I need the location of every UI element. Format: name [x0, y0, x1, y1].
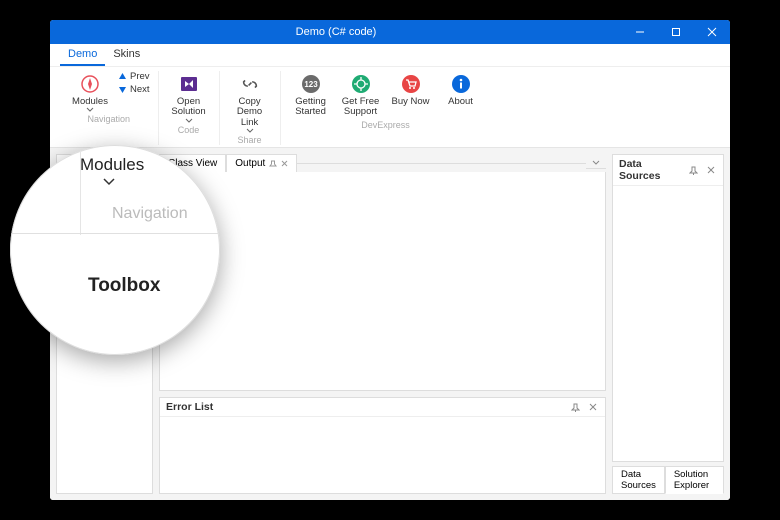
- modules-button[interactable]: Modules: [68, 71, 112, 112]
- window-title: Demo (C# code): [50, 26, 622, 38]
- support-icon: [350, 73, 372, 95]
- ribbon: Modules Prev Next Navigation Open Soluti…: [50, 67, 730, 148]
- open-solution-button[interactable]: Open Solution: [167, 71, 211, 123]
- footer-tab-solution-explorer[interactable]: Solution Explorer: [665, 466, 724, 494]
- group-label-share: Share: [238, 135, 262, 145]
- ribbon-tabs: Demo Skins: [50, 44, 730, 67]
- visual-studio-icon: [178, 73, 200, 95]
- tab-output[interactable]: Output: [226, 154, 297, 172]
- compass-icon: [79, 73, 101, 95]
- group-label-code: Code: [178, 125, 200, 135]
- chevron-down-icon: [86, 107, 94, 112]
- magnifier-overlay: Modules Navigation Toolbox: [10, 145, 220, 355]
- copy-demo-link-button[interactable]: Copy Demo Link: [228, 71, 272, 133]
- magnified-navigation-label: Navigation: [112, 205, 188, 223]
- tab-skins[interactable]: Skins: [105, 44, 148, 66]
- next-button[interactable]: Next: [118, 84, 150, 95]
- titlebar: Demo (C# code): [50, 20, 730, 44]
- maximize-button[interactable]: [658, 20, 694, 44]
- ribbon-group-navigation: Modules Prev Next Navigation: [60, 71, 159, 145]
- chevron-down-icon: [185, 118, 193, 123]
- magnified-modules-label: Modules: [80, 155, 144, 175]
- open-solution-label: Open Solution: [167, 97, 211, 118]
- close-icon[interactable]: [587, 401, 599, 413]
- close-icon[interactable]: [705, 164, 717, 176]
- svg-text:123: 123: [304, 80, 318, 89]
- ribbon-group-code: Open Solution Code: [159, 71, 220, 145]
- pin-icon[interactable]: [569, 401, 581, 413]
- get-support-label: Get Free Support: [339, 97, 383, 118]
- chevron-down-icon: [246, 128, 254, 133]
- get-support-button[interactable]: Get Free Support: [339, 71, 383, 118]
- pin-icon[interactable]: [269, 160, 277, 168]
- center-area: Class View Output Error List: [159, 154, 606, 494]
- about-label: About: [448, 97, 473, 107]
- prev-button[interactable]: Prev: [118, 71, 150, 82]
- cart-icon: [400, 73, 422, 95]
- ribbon-group-devexpress: 123 Getting Started Get Free Support Buy…: [281, 71, 491, 145]
- footer-tab-data-sources[interactable]: Data Sources: [612, 466, 665, 494]
- triangle-up-icon: [118, 72, 127, 81]
- modules-label: Modules: [72, 97, 108, 107]
- about-button[interactable]: About: [439, 71, 483, 107]
- buy-now-button[interactable]: Buy Now: [389, 71, 433, 107]
- tab-demo[interactable]: Demo: [60, 44, 105, 66]
- document-area: [159, 172, 606, 391]
- data-sources-panel: Data Sources: [612, 154, 724, 462]
- triangle-down-icon: [118, 85, 127, 94]
- error-list-title: Error List: [166, 401, 563, 413]
- group-label-devexpress: DevExpress: [361, 120, 410, 130]
- copy-link-label: Copy Demo Link: [228, 97, 272, 128]
- document-tabs: Class View Output: [159, 154, 606, 172]
- number-badge-icon: 123: [300, 73, 322, 95]
- right-area: Data Sources Data Sources Solution Explo…: [612, 154, 724, 494]
- error-list-panel: Error List: [159, 397, 606, 494]
- data-sources-title: Data Sources: [619, 158, 681, 182]
- getting-started-button[interactable]: 123 Getting Started: [289, 71, 333, 118]
- pin-icon[interactable]: [687, 164, 699, 176]
- window-controls: [622, 20, 730, 44]
- getting-started-label: Getting Started: [289, 97, 333, 118]
- chevron-down-icon: [102, 177, 116, 186]
- tab-overflow-chevron[interactable]: [586, 157, 606, 169]
- minimize-button[interactable]: [622, 20, 658, 44]
- link-icon: [239, 73, 261, 95]
- close-button[interactable]: [694, 20, 730, 44]
- group-label-navigation: Navigation: [88, 114, 131, 124]
- ribbon-group-share: Copy Demo Link Share: [220, 71, 281, 145]
- magnified-toolbox-label: Toolbox: [88, 275, 160, 297]
- right-footer-tabs: Data Sources Solution Explorer: [612, 466, 724, 494]
- buy-now-label: Buy Now: [392, 97, 430, 107]
- info-icon: [450, 73, 472, 95]
- close-icon[interactable]: [281, 160, 288, 167]
